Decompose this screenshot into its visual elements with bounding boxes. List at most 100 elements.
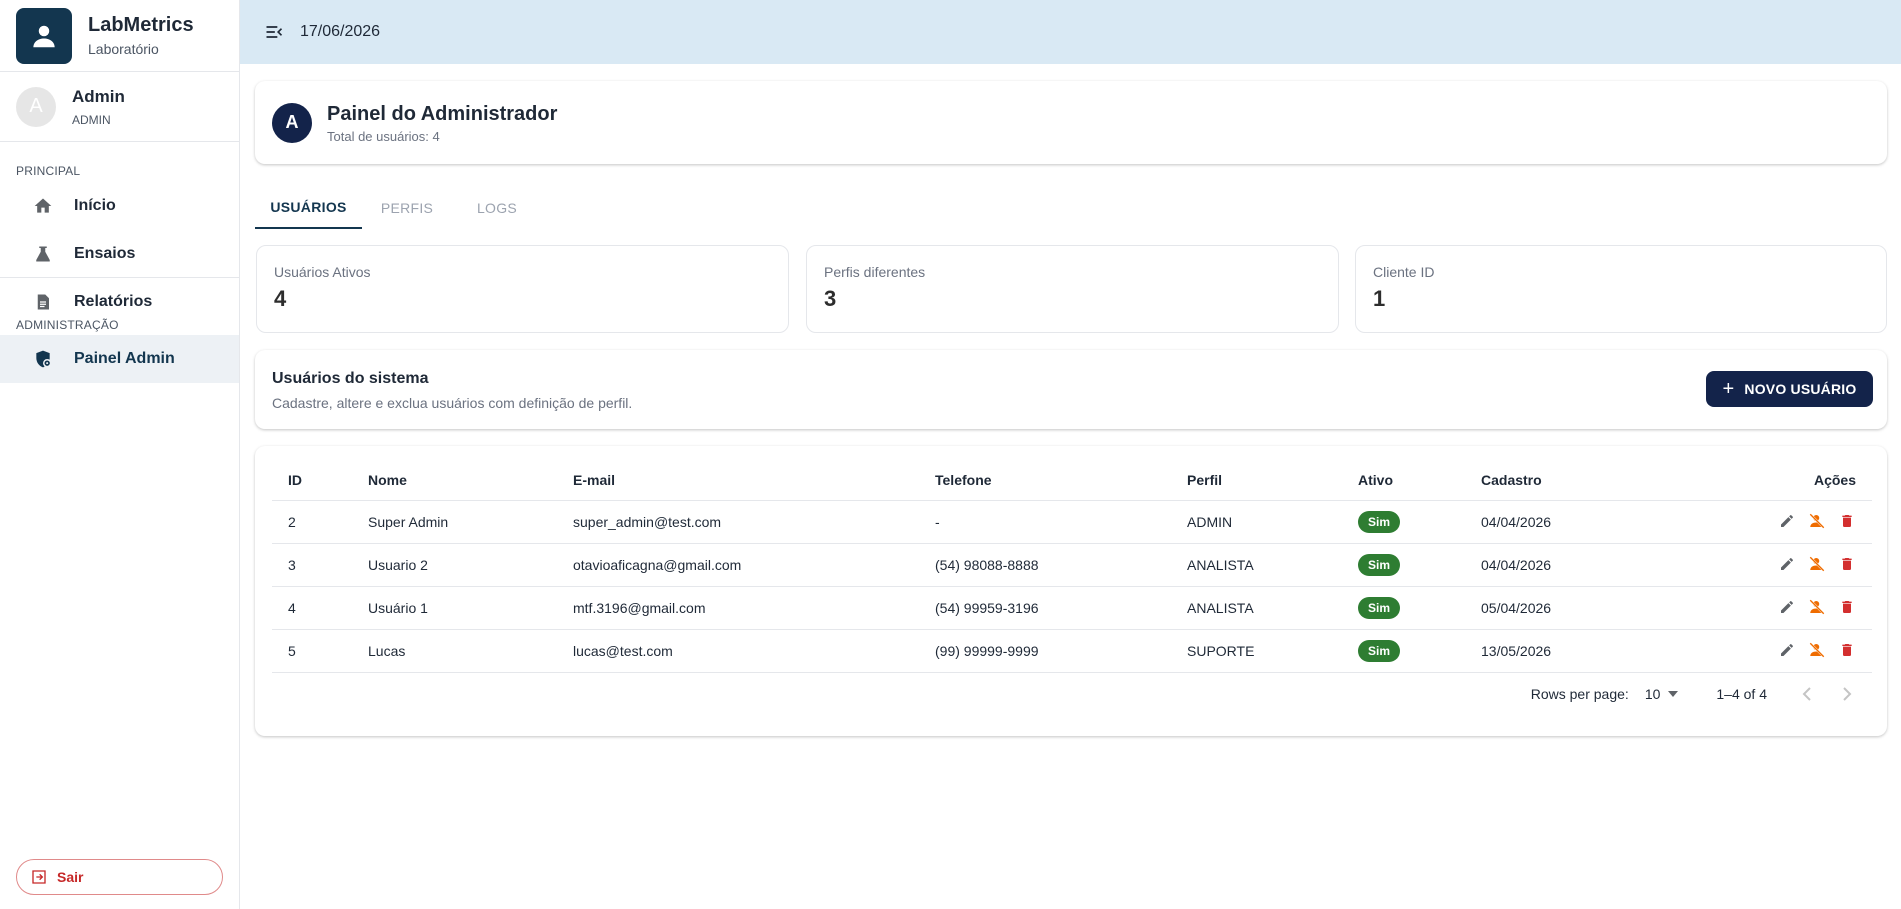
sidebar-item-label: Ensaios [74,245,136,262]
sidebar-item-label: Relatórios [74,293,153,310]
deactivate-user-icon[interactable] [1808,641,1826,659]
sidebar-item-ensaios[interactable]: Ensaios [0,230,239,278]
cell-cadastro: 13/05/2026 [1465,629,1725,673]
cell-acoes [1725,629,1872,673]
cell-email: mtf.3196@gmail.com [557,586,919,630]
deactivate-user-icon[interactable] [1808,512,1826,530]
cell-perfil: ANALISTA [1171,543,1342,587]
status-badge: Sim [1358,596,1401,619]
home-icon [32,195,54,217]
avatar: A [16,86,56,127]
deactivate-user-icon[interactable] [1808,598,1826,616]
sidebar-item-painel-admin[interactable]: Painel Admin [0,335,239,383]
next-page-button[interactable] [1835,682,1859,706]
cell-acoes [1725,500,1872,544]
deactivate-user-icon[interactable] [1808,555,1826,573]
col-header-perfil: Perfil [1171,460,1342,501]
chevron-left-icon [1802,687,1811,701]
cell-cadastro: 04/04/2026 [1465,500,1725,544]
status-badge: Sim [1358,553,1401,576]
cell-perfil: ADMIN [1171,500,1342,544]
cell-ativo: Sim [1342,629,1465,673]
status-badge: Sim [1358,639,1401,662]
tab-perfis[interactable]: PERFIS [362,186,452,229]
cell-acoes [1725,586,1872,630]
tab-usuarios[interactable]: USUÁRIOS [255,186,362,229]
cell-nome: Usuário 1 [352,586,557,630]
cell-id: 4 [272,586,352,630]
users-table: ID Nome E-mail Telefone Perfil Ativo Cad… [272,460,1872,673]
users-table-card: ID Nome E-mail Telefone Perfil Ativo Cad… [255,446,1887,736]
cell-telefone: (54) 98088-8888 [919,543,1171,587]
sidebar-item-label: Início [74,197,116,214]
menu-open-icon [266,26,283,38]
caret-down-icon [1668,691,1679,697]
rows-per-page-label: Rows per page: [1530,686,1629,702]
delete-icon[interactable] [1838,512,1856,530]
brand-logo [16,7,72,64]
edit-icon[interactable] [1778,598,1796,616]
stat-value: 1 [1373,286,1386,311]
menu-toggle-button[interactable] [262,20,286,44]
cell-acoes [1725,543,1872,587]
app-title: LabMetrics [88,13,194,36]
admin-header-card: A Painel do Administrador Total de usuár… [255,81,1887,164]
status-badge: Sim [1358,510,1401,533]
chevron-right-icon [1843,687,1852,701]
stat-label: Cliente ID [1373,264,1435,280]
rows-per-page-select[interactable]: 10 [1645,686,1679,702]
sidebar-item-inicio[interactable]: Início [0,182,239,230]
current-date: 17/06/2026 [300,23,381,40]
cell-telefone: (99) 99999-9999 [919,629,1171,673]
cell-nome: Super Admin [352,500,557,544]
stat-card-active-users: Usuários Ativos 4 [256,245,789,333]
col-header-cadastro: Cadastro [1465,460,1725,501]
edit-icon[interactable] [1778,641,1796,659]
total-users-text: Total de usuários: 4 [327,128,440,144]
user-profile: A Admin ADMIN [0,72,239,142]
page-range: 1–4 of 4 [1716,686,1767,702]
cell-nome: Lucas [352,629,557,673]
cell-ativo: Sim [1342,543,1465,587]
cell-ativo: Sim [1342,500,1465,544]
cell-perfil: ANALISTA [1171,586,1342,630]
col-header-ativo: Ativo [1342,460,1465,501]
cell-id: 3 [272,543,352,587]
cell-perfil: SUPORTE [1171,629,1342,673]
cell-email: lucas@test.com [557,629,919,673]
delete-icon[interactable] [1838,598,1856,616]
page-title: Painel do Administrador [327,102,558,125]
cell-nome: Usuario 2 [352,543,557,587]
cell-ativo: Sim [1342,586,1465,630]
previous-page-button[interactable] [1795,682,1819,706]
delete-icon[interactable] [1838,641,1856,659]
logout-button[interactable]: Sair [16,859,223,895]
stat-value: 3 [824,286,837,311]
logout-icon [32,870,46,884]
delete-icon[interactable] [1838,555,1856,573]
table-header-row: ID Nome E-mail Telefone Perfil Ativo Cad… [272,460,1872,501]
edit-icon[interactable] [1778,555,1796,573]
stat-card-client-id: Cliente ID 1 [1355,245,1887,333]
user-role: ADMIN [72,112,111,127]
section-title: PRINCIPAL [16,164,81,178]
cell-email: otavioaficagna@gmail.com [557,543,919,587]
col-header-email: E-mail [557,460,919,501]
stat-value: 4 [274,286,287,311]
tab-bar: USUÁRIOS PERFIS LOGS [255,186,542,229]
sidebar: LabMetrics Laboratório A Admin ADMIN PRI… [0,0,240,909]
cell-cadastro: 04/04/2026 [1465,543,1725,587]
cell-telefone: - [919,500,1171,544]
system-users-card: Usuários do sistema Cadastre, altere e e… [255,350,1887,429]
tab-logs[interactable]: LOGS [452,186,542,229]
logout-label: Sair [57,869,84,885]
admin-avatar: A [272,102,312,143]
col-header-id: ID [272,460,352,501]
section-title: Usuários do sistema [272,370,429,387]
edit-icon[interactable] [1778,512,1796,530]
new-user-button[interactable]: + NOVO USUÁRIO [1706,371,1873,407]
new-user-label: NOVO USUÁRIO [1744,381,1857,397]
stat-card-profiles: Perfis diferentes 3 [806,245,1339,333]
document-icon [32,291,54,313]
pagination: Rows per page: 10 1–4 of 4 [255,676,1887,712]
